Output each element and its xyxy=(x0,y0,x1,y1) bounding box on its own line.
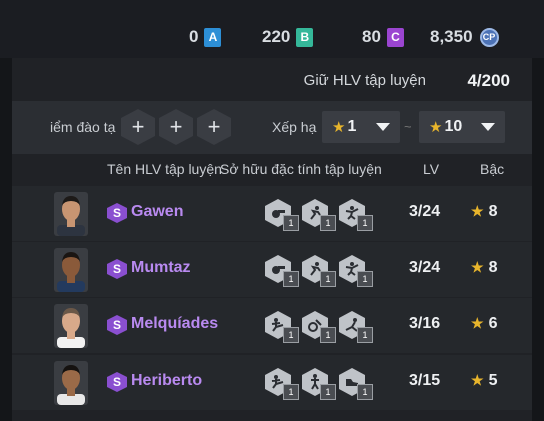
coach-grade-value: 6 xyxy=(488,315,498,332)
rank-s-badge-icon: S xyxy=(107,259,127,279)
star-icon: ★ xyxy=(332,119,346,136)
trait-badge[interactable]: 1 xyxy=(339,311,373,343)
col-name[interactable]: Tên HLV tập luyện xyxy=(107,161,222,177)
star-icon: ★ xyxy=(429,119,443,136)
trait-level: 1 xyxy=(320,327,336,343)
currency-b-icon: B xyxy=(296,27,314,47)
star-icon: ★ xyxy=(471,315,484,331)
range-separator: ~ xyxy=(404,119,412,134)
currency-b: 220 B xyxy=(262,26,314,48)
add-training-slot-button[interactable]: + xyxy=(197,109,231,145)
trait-level: 1 xyxy=(283,271,299,287)
currency-a: 0 A xyxy=(189,26,222,48)
grade-max-select[interactable]: ★ 10 xyxy=(419,111,505,143)
trait-level: 1 xyxy=(283,327,299,343)
trait-badge[interactable]: 1 xyxy=(302,311,336,343)
trait-badge[interactable]: 1 xyxy=(302,255,336,287)
training-filter-label: iểm đào tạ xyxy=(50,119,116,135)
slot-count: 4/200 xyxy=(467,71,510,90)
trait-level: 1 xyxy=(283,215,299,231)
trait-level: 1 xyxy=(283,384,299,400)
coach-grade: ★ 6 xyxy=(471,315,497,333)
coach-name: Melquíades xyxy=(131,315,219,332)
currency-b-amount: 220 xyxy=(262,27,291,46)
coach-name: Heriberto xyxy=(131,372,203,389)
grade-min-select[interactable]: ★ 1 xyxy=(322,111,400,143)
trait-level: 1 xyxy=(320,384,336,400)
currency-cp-amount: 8,350 xyxy=(430,27,473,46)
currency-a-amount: 0 xyxy=(189,27,199,46)
coach-name: Mumtaz xyxy=(131,259,191,276)
trait-badge[interactable]: 1 xyxy=(265,255,299,287)
rank-s-badge-icon: S xyxy=(107,315,127,335)
currency-c: 80 C xyxy=(362,26,404,48)
coach-grade: ★ 8 xyxy=(471,203,497,221)
star-icon: ★ xyxy=(471,259,484,275)
grade-max-value: 10 xyxy=(444,118,463,135)
trait-badge[interactable]: 1 xyxy=(265,311,299,343)
trait-level: 1 xyxy=(357,327,373,343)
trait-level: 1 xyxy=(320,215,336,231)
cp-coin-icon: CP xyxy=(479,27,499,47)
coach-level: 3/15 xyxy=(409,372,441,389)
coach-grade: ★ 8 xyxy=(471,259,497,277)
coach-grade-value: 8 xyxy=(488,259,498,276)
filter-bar: iểm đào tạ + + + Xếp hạ ★ 1 ~ ★ 10 xyxy=(12,101,532,154)
trait-badge[interactable]: 1 xyxy=(302,368,336,400)
currency-a-icon: A xyxy=(204,27,222,47)
grade-filter-label: Xếp hạ xyxy=(272,119,317,135)
rank-s-badge-icon: S xyxy=(107,203,127,223)
coach-row[interactable]: S Melquíades 1 1 1 3/16 ★ 6 xyxy=(12,298,532,353)
trait-badge[interactable]: 1 xyxy=(265,199,299,231)
trait-badge[interactable]: 1 xyxy=(265,368,299,400)
coach-row[interactable]: S Gawen 1 1 1 3/24 ★ 8 xyxy=(12,186,532,241)
coach-name: Gawen xyxy=(131,203,184,220)
currency-bar: 0 A 220 B 80 C 8,350 CP xyxy=(0,0,544,58)
coach-grade-value: 5 xyxy=(488,372,498,389)
coach-slot-row: Giữ HLV tập luyện 4/200 xyxy=(12,61,532,101)
star-icon: ★ xyxy=(471,372,484,388)
coach-level: 3/24 xyxy=(409,203,441,220)
trait-level: 1 xyxy=(357,215,373,231)
trait-badge[interactable]: 1 xyxy=(339,199,373,231)
rank-s-badge-icon: S xyxy=(107,372,127,392)
trait-badge[interactable]: 1 xyxy=(339,368,373,400)
coach-level: 3/24 xyxy=(409,259,441,276)
currency-c-amount: 80 xyxy=(362,27,381,46)
coach-avatar xyxy=(54,361,88,405)
coach-row[interactable]: S Mumtaz 1 1 1 3/24 ★ 8 xyxy=(12,242,532,297)
coach-row[interactable]: S Heriberto 1 1 1 3/15 ★ 5 xyxy=(12,355,532,410)
coach-level: 3/16 xyxy=(409,315,441,332)
coach-avatar xyxy=(54,304,88,348)
coach-grade: ★ 5 xyxy=(471,372,497,390)
trait-level: 1 xyxy=(357,384,373,400)
chevron-down-icon xyxy=(481,123,495,131)
chevron-down-icon xyxy=(376,123,390,131)
add-training-slot-button[interactable]: + xyxy=(159,109,193,145)
trait-level: 1 xyxy=(320,271,336,287)
add-training-slot-button[interactable]: + xyxy=(121,109,155,145)
grade-min-value: 1 xyxy=(347,118,357,135)
coach-grade-value: 8 xyxy=(488,203,498,220)
col-grade[interactable]: Bậc xyxy=(480,161,504,177)
col-lv[interactable]: LV xyxy=(423,161,439,177)
slot-label: Giữ HLV tập luyện xyxy=(303,72,426,89)
trait-level: 1 xyxy=(357,271,373,287)
currency-cp: 8,350 CP xyxy=(430,26,499,48)
trait-badge[interactable]: 1 xyxy=(302,199,336,231)
col-traits: Sở hữu đặc tính tập luyện xyxy=(220,161,382,177)
trait-badge[interactable]: 1 xyxy=(339,255,373,287)
coach-avatar xyxy=(54,248,88,292)
star-icon: ★ xyxy=(471,203,484,219)
coach-avatar xyxy=(54,192,88,236)
table-header: Tên HLV tập luyện Sở hữu đặc tính tập lu… xyxy=(12,154,532,186)
currency-c-icon: C xyxy=(386,27,404,47)
